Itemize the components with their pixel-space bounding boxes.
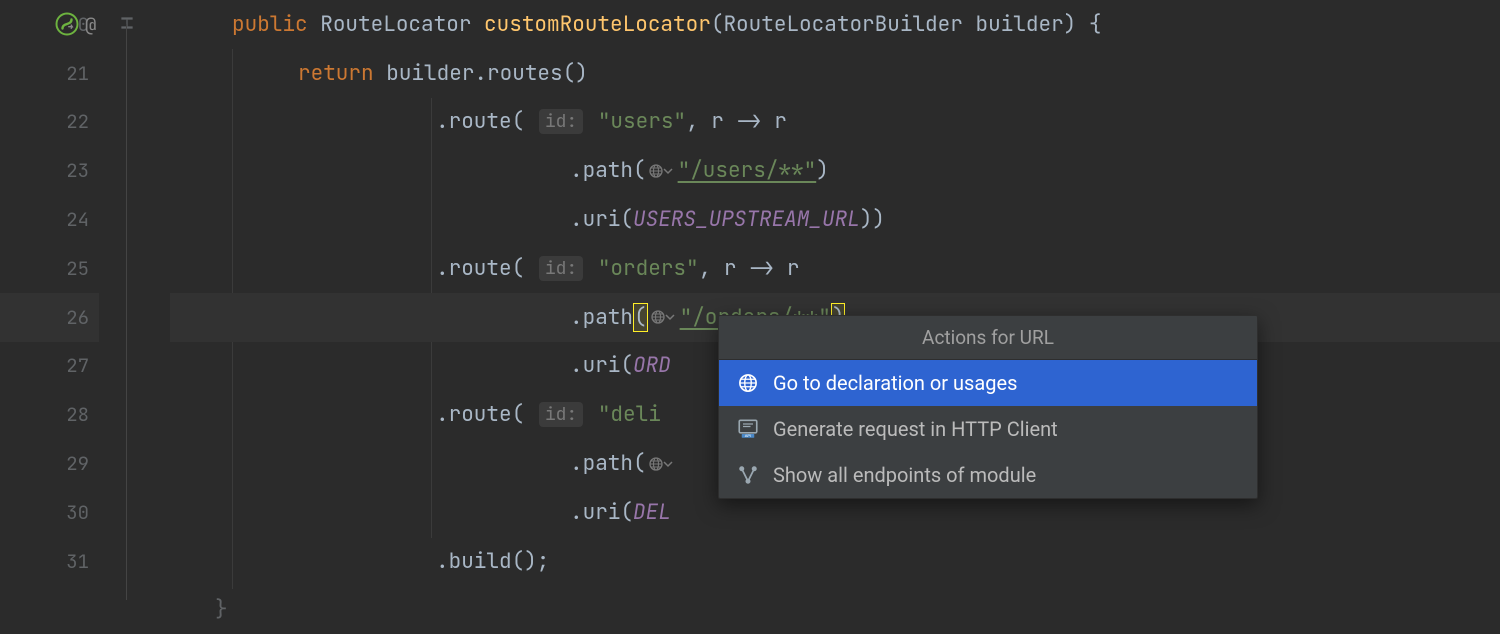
token-call: .path [570, 304, 633, 331]
token-type: RouteLocatorBuilder [723, 11, 962, 38]
token-punct: ) { [1064, 11, 1102, 38]
gutter-line: 22 [0, 98, 99, 147]
token-call: .path( [570, 157, 646, 184]
svg-text:API: API [745, 433, 751, 438]
token-call: .path( [570, 450, 646, 477]
url-inlay-icon[interactable] [650, 308, 678, 326]
token-keyword: return [298, 60, 374, 87]
parameter-hint: id: [539, 402, 583, 427]
gutter-line: 27 [0, 342, 99, 391]
code-line[interactable]: .uri( USERS_UPSTREAM_URL )) [170, 195, 1500, 244]
token-constant: ORD [633, 352, 671, 379]
endpoints-icon [737, 464, 759, 486]
annotation-at-icon: @ [85, 12, 96, 37]
gutter-line: 31 [0, 537, 99, 586]
line-number: 29 [66, 451, 89, 476]
gutter-line: 29 [0, 439, 99, 488]
gutter-line: 21 [0, 49, 99, 98]
line-number: 26 [66, 305, 89, 330]
line-number: 27 [66, 353, 89, 378]
parameter-hint: id: [539, 256, 583, 281]
code-line[interactable]: .build(); [170, 537, 1500, 586]
token-call: .route( [436, 401, 524, 428]
code-editor[interactable]: 20 @ 21 22 23 24 25 26 27 28 29 30 31 [0, 0, 1500, 600]
token-punct: , r -> r [699, 255, 800, 282]
gutter-line-current: 26 [0, 293, 99, 342]
gutter-line: 20 @ [0, 0, 99, 49]
gutter-line [0, 586, 99, 634]
gutter-line: 23 [0, 146, 99, 195]
code-viewport[interactable]: public RouteLocator customRouteLocator( … [170, 0, 1500, 600]
popup-item-label: Generate request in HTTP Client [773, 417, 1058, 441]
gutter-line: 28 [0, 390, 99, 439]
url-inlay-icon[interactable] [648, 455, 676, 473]
matched-bracket-open: ( [633, 303, 648, 332]
token-string: "deli [598, 401, 661, 428]
popup-item-go-to-declaration[interactable]: Go to declaration or usages [719, 360, 1257, 406]
code-line[interactable]: return builder.routes() [170, 49, 1500, 98]
token-method-decl: customRouteLocator [484, 11, 711, 38]
token-string: "orders" [598, 255, 699, 282]
popup-item-label: Go to declaration or usages [773, 371, 1017, 395]
code-line[interactable]: .path( "/users/**" ) [170, 146, 1500, 195]
url-actions-popup: Actions for URL Go to declaration or usa… [718, 315, 1258, 499]
token-call: .uri( [570, 206, 633, 233]
token-call: .route( [436, 255, 524, 282]
line-number: 22 [66, 109, 89, 134]
token-punct: )) [860, 206, 885, 233]
code-line[interactable]: public RouteLocator customRouteLocator( … [170, 0, 1500, 49]
token-keyword: public [232, 11, 308, 38]
code-line[interactable]: .route( id: "users" , r -> r [170, 98, 1500, 147]
code-line[interactable]: } [170, 586, 1500, 634]
token-constant: DEL [633, 499, 671, 526]
token-string: "users" [598, 108, 686, 135]
token-punct: ) [816, 157, 829, 184]
token-call: .uri( [570, 499, 633, 526]
token-punct: , r -> r [686, 108, 787, 135]
line-number: 30 [66, 500, 89, 525]
token-call: .uri( [570, 352, 633, 379]
code-line[interactable]: .route( id: "orders" , r -> r [170, 244, 1500, 293]
line-number: 21 [66, 61, 89, 86]
api-icon: API [737, 418, 759, 440]
parameter-hint: id: [539, 109, 583, 134]
line-number: 24 [66, 207, 89, 232]
gutter-line: 30 [0, 488, 99, 537]
token-constant: USERS_UPSTREAM_URL [633, 206, 860, 233]
popup-item-label: Show all endpoints of module [773, 463, 1036, 487]
fold-column [100, 0, 170, 600]
gutter-line: 24 [0, 195, 99, 244]
globe-icon [737, 372, 759, 394]
spring-bean-gutter-icon[interactable] [55, 12, 79, 36]
fold-toggle-icon[interactable] [118, 12, 136, 39]
token-expr: builder.routes() [386, 60, 588, 87]
url-inlay-icon[interactable] [648, 162, 676, 180]
line-number: 31 [66, 549, 89, 574]
gutter: 20 @ 21 22 23 24 25 26 27 28 29 30 31 [0, 0, 100, 600]
popup-item-show-endpoints[interactable]: Show all endpoints of module [719, 452, 1257, 498]
token-url-string[interactable]: "/users/**" [678, 157, 817, 184]
token-type: RouteLocator [320, 11, 471, 38]
line-number: 25 [66, 256, 89, 281]
token-call: .route( [436, 108, 524, 135]
token-param: builder [975, 11, 1063, 38]
popup-item-generate-http-request[interactable]: API Generate request in HTTP Client [719, 406, 1257, 452]
popup-title: Actions for URL [719, 316, 1257, 360]
line-number: 28 [66, 402, 89, 427]
line-number: 23 [66, 158, 89, 183]
gutter-line: 25 [0, 244, 99, 293]
token-call: .build(); [436, 548, 549, 575]
